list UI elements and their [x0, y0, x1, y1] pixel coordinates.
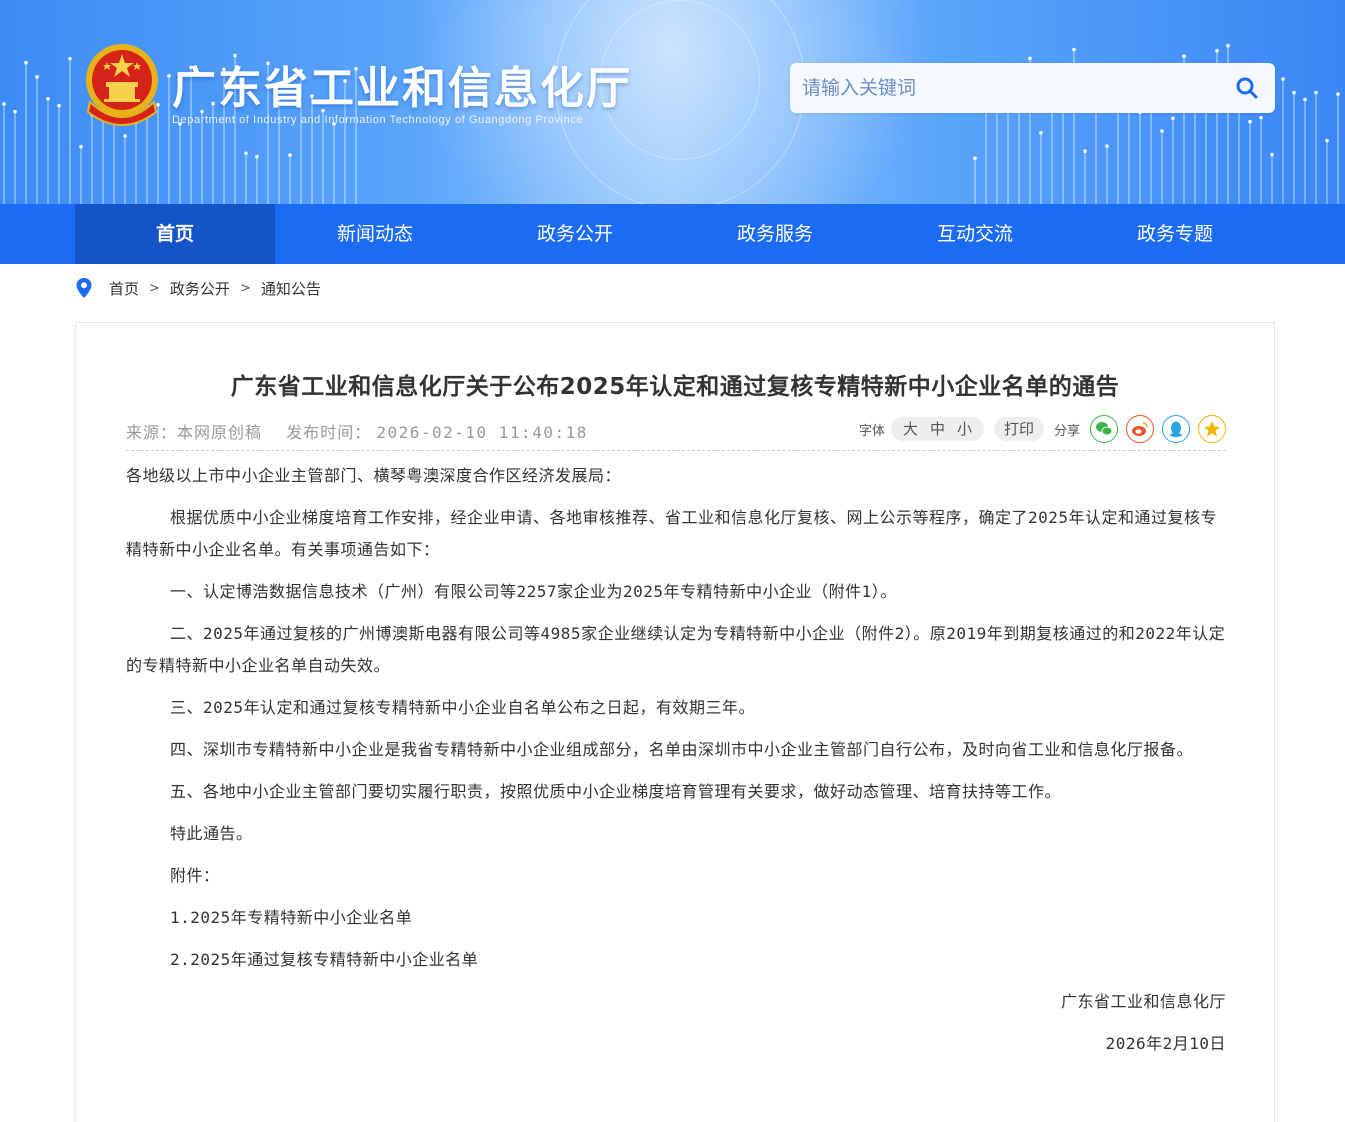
publish-time-value: 2026-02-10 11:40:18: [376, 423, 588, 442]
site-subtitle: Department of Industry and Information T…: [172, 114, 584, 126]
search-input[interactable]: [802, 73, 1222, 103]
breadcrumb: 首页 > 政务公开 > 通知公告: [75, 276, 321, 300]
search-icon[interactable]: [1235, 76, 1259, 100]
salutation: 各地级以上市中小企业主管部门、横琴粤澳深度合作区经济发展局：: [126, 466, 622, 485]
paragraph: 三、2025年认定和通过复核专精特新中小企业自名单公布之日起，有效期三年。: [170, 698, 756, 717]
signature-date: 2026年2月10日: [1105, 1034, 1226, 1053]
print-button[interactable]: 打印: [993, 417, 1044, 441]
source-value: 本网原创稿: [177, 423, 263, 442]
search-box: [790, 63, 1275, 113]
breadcrumb-home[interactable]: 首页: [109, 278, 139, 299]
national-emblem-icon: [86, 44, 158, 126]
weibo-icon[interactable]: [1126, 415, 1154, 443]
paragraph: 根据优质中小企业梯度培育工作安排，经企业申请、各地审核推荐、省工业和信息化厅复核…: [126, 508, 1218, 559]
wechat-icon[interactable]: [1090, 415, 1118, 443]
qq-icon[interactable]: [1162, 415, 1190, 443]
paragraph: 四、深圳市专精特新中小企业是我省专精特新中小企业组成部分，名单由深圳市中小企业主…: [170, 740, 1194, 759]
source-label: 来源：: [126, 423, 178, 442]
font-size-large[interactable]: 大: [903, 417, 918, 441]
publish-time-label: 发布时间：: [286, 423, 372, 442]
nav-item-gov-affairs[interactable]: 政务公开: [475, 204, 675, 264]
qzone-icon[interactable]: [1198, 415, 1226, 443]
article-title: 广东省工业和信息化厅关于公布2025年认定和通过复核专精特新中小企业名单的通告: [230, 374, 1120, 400]
article-meta: 来源：本网原创稿 发布时间： 2026-02-10 11:40:18 字体 大 …: [126, 415, 1226, 451]
site-title: 广东省工业和信息化厅: [172, 63, 632, 114]
share-label: 分享: [1053, 423, 1080, 439]
article-panel: 广东省工业和信息化厅关于公布2025年认定和通过复核专精特新中小企业名单的通告 …: [75, 322, 1275, 1122]
font-size-group: 大 中 小: [890, 417, 984, 441]
location-pin-icon: [76, 278, 92, 298]
breadcrumb-separator: >: [239, 280, 251, 296]
attachments-label: 附件：: [170, 866, 220, 885]
main-nav: 首页 新闻动态 政务公开 政务服务 互动交流 政务专题: [0, 204, 1345, 264]
breadcrumb-separator: >: [149, 280, 160, 296]
attachment-link-1[interactable]: 1.2025年专精特新中小企业名单: [126, 902, 1226, 934]
attachment-link-2[interactable]: 2.2025年通过复核专精特新中小企业名单: [126, 944, 1226, 976]
nav-item-news[interactable]: 新闻动态: [275, 204, 475, 264]
header-banner: 广东省工业和信息化厅 Department of Industry and In…: [0, 0, 1345, 204]
breadcrumb-notices[interactable]: 通知公告: [261, 278, 321, 299]
paragraph: 一、认定博浩数据信息技术（广州）有限公司等2257家企业为2025年专精特新中小…: [170, 582, 897, 601]
article-body: 各地级以上市中小企业主管部门、横琴粤澳深度合作区经济发展局： 根据优质中小企业梯…: [126, 460, 1226, 1070]
breadcrumb-gov-affairs[interactable]: 政务公开: [170, 278, 230, 299]
font-size-small[interactable]: 小: [957, 417, 972, 441]
font-size-medium[interactable]: 中: [930, 417, 945, 441]
nav-item-gov-services[interactable]: 政务服务: [675, 204, 875, 264]
nav-item-interaction[interactable]: 互动交流: [875, 204, 1075, 264]
font-size-label: 字体: [858, 423, 885, 439]
paragraph: 五、各地中小企业主管部门要切实履行职责，按照优质中小企业梯度培育管理有关要求，做…: [170, 782, 1062, 801]
signature-org: 广东省工业和信息化厅: [1060, 992, 1226, 1011]
nav-item-topics[interactable]: 政务专题: [1075, 204, 1275, 264]
nav-item-home[interactable]: 首页: [75, 204, 275, 264]
closing-statement: 特此通告。: [170, 824, 253, 843]
paragraph: 二、2025年通过复核的广州博澳斯电器有限公司等4985家企业继续认定为专精特新…: [126, 624, 1226, 675]
